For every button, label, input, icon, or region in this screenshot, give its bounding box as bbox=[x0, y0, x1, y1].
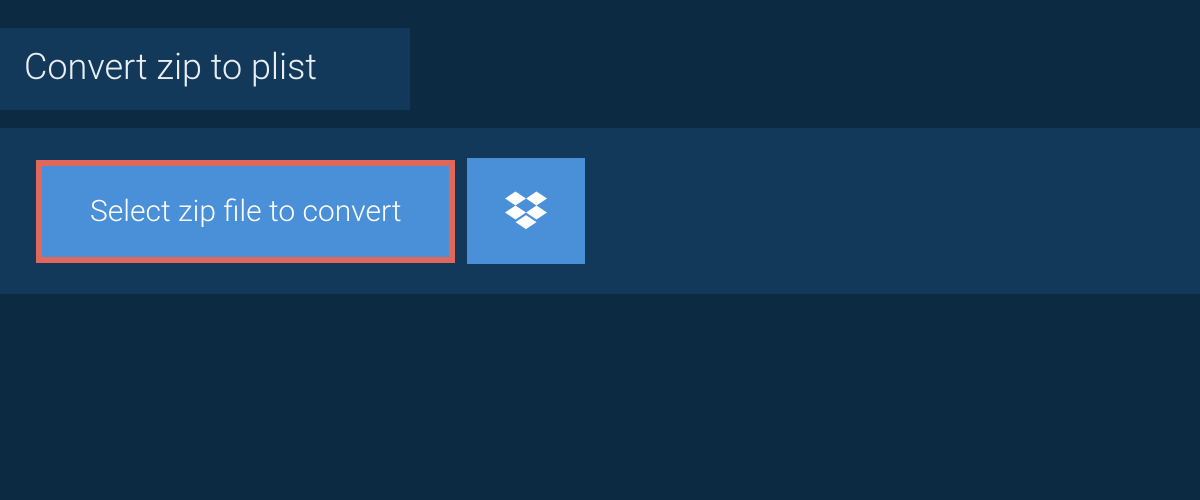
page-title: Convert zip to plist bbox=[0, 28, 410, 110]
dropbox-button[interactable] bbox=[467, 158, 585, 264]
upload-panel: Select zip file to convert bbox=[0, 128, 1200, 294]
dropbox-icon bbox=[505, 188, 547, 234]
page-title-text: Convert zip to plist bbox=[24, 46, 317, 88]
select-file-button-label: Select zip file to convert bbox=[90, 194, 401, 229]
select-file-button[interactable]: Select zip file to convert bbox=[36, 160, 455, 263]
